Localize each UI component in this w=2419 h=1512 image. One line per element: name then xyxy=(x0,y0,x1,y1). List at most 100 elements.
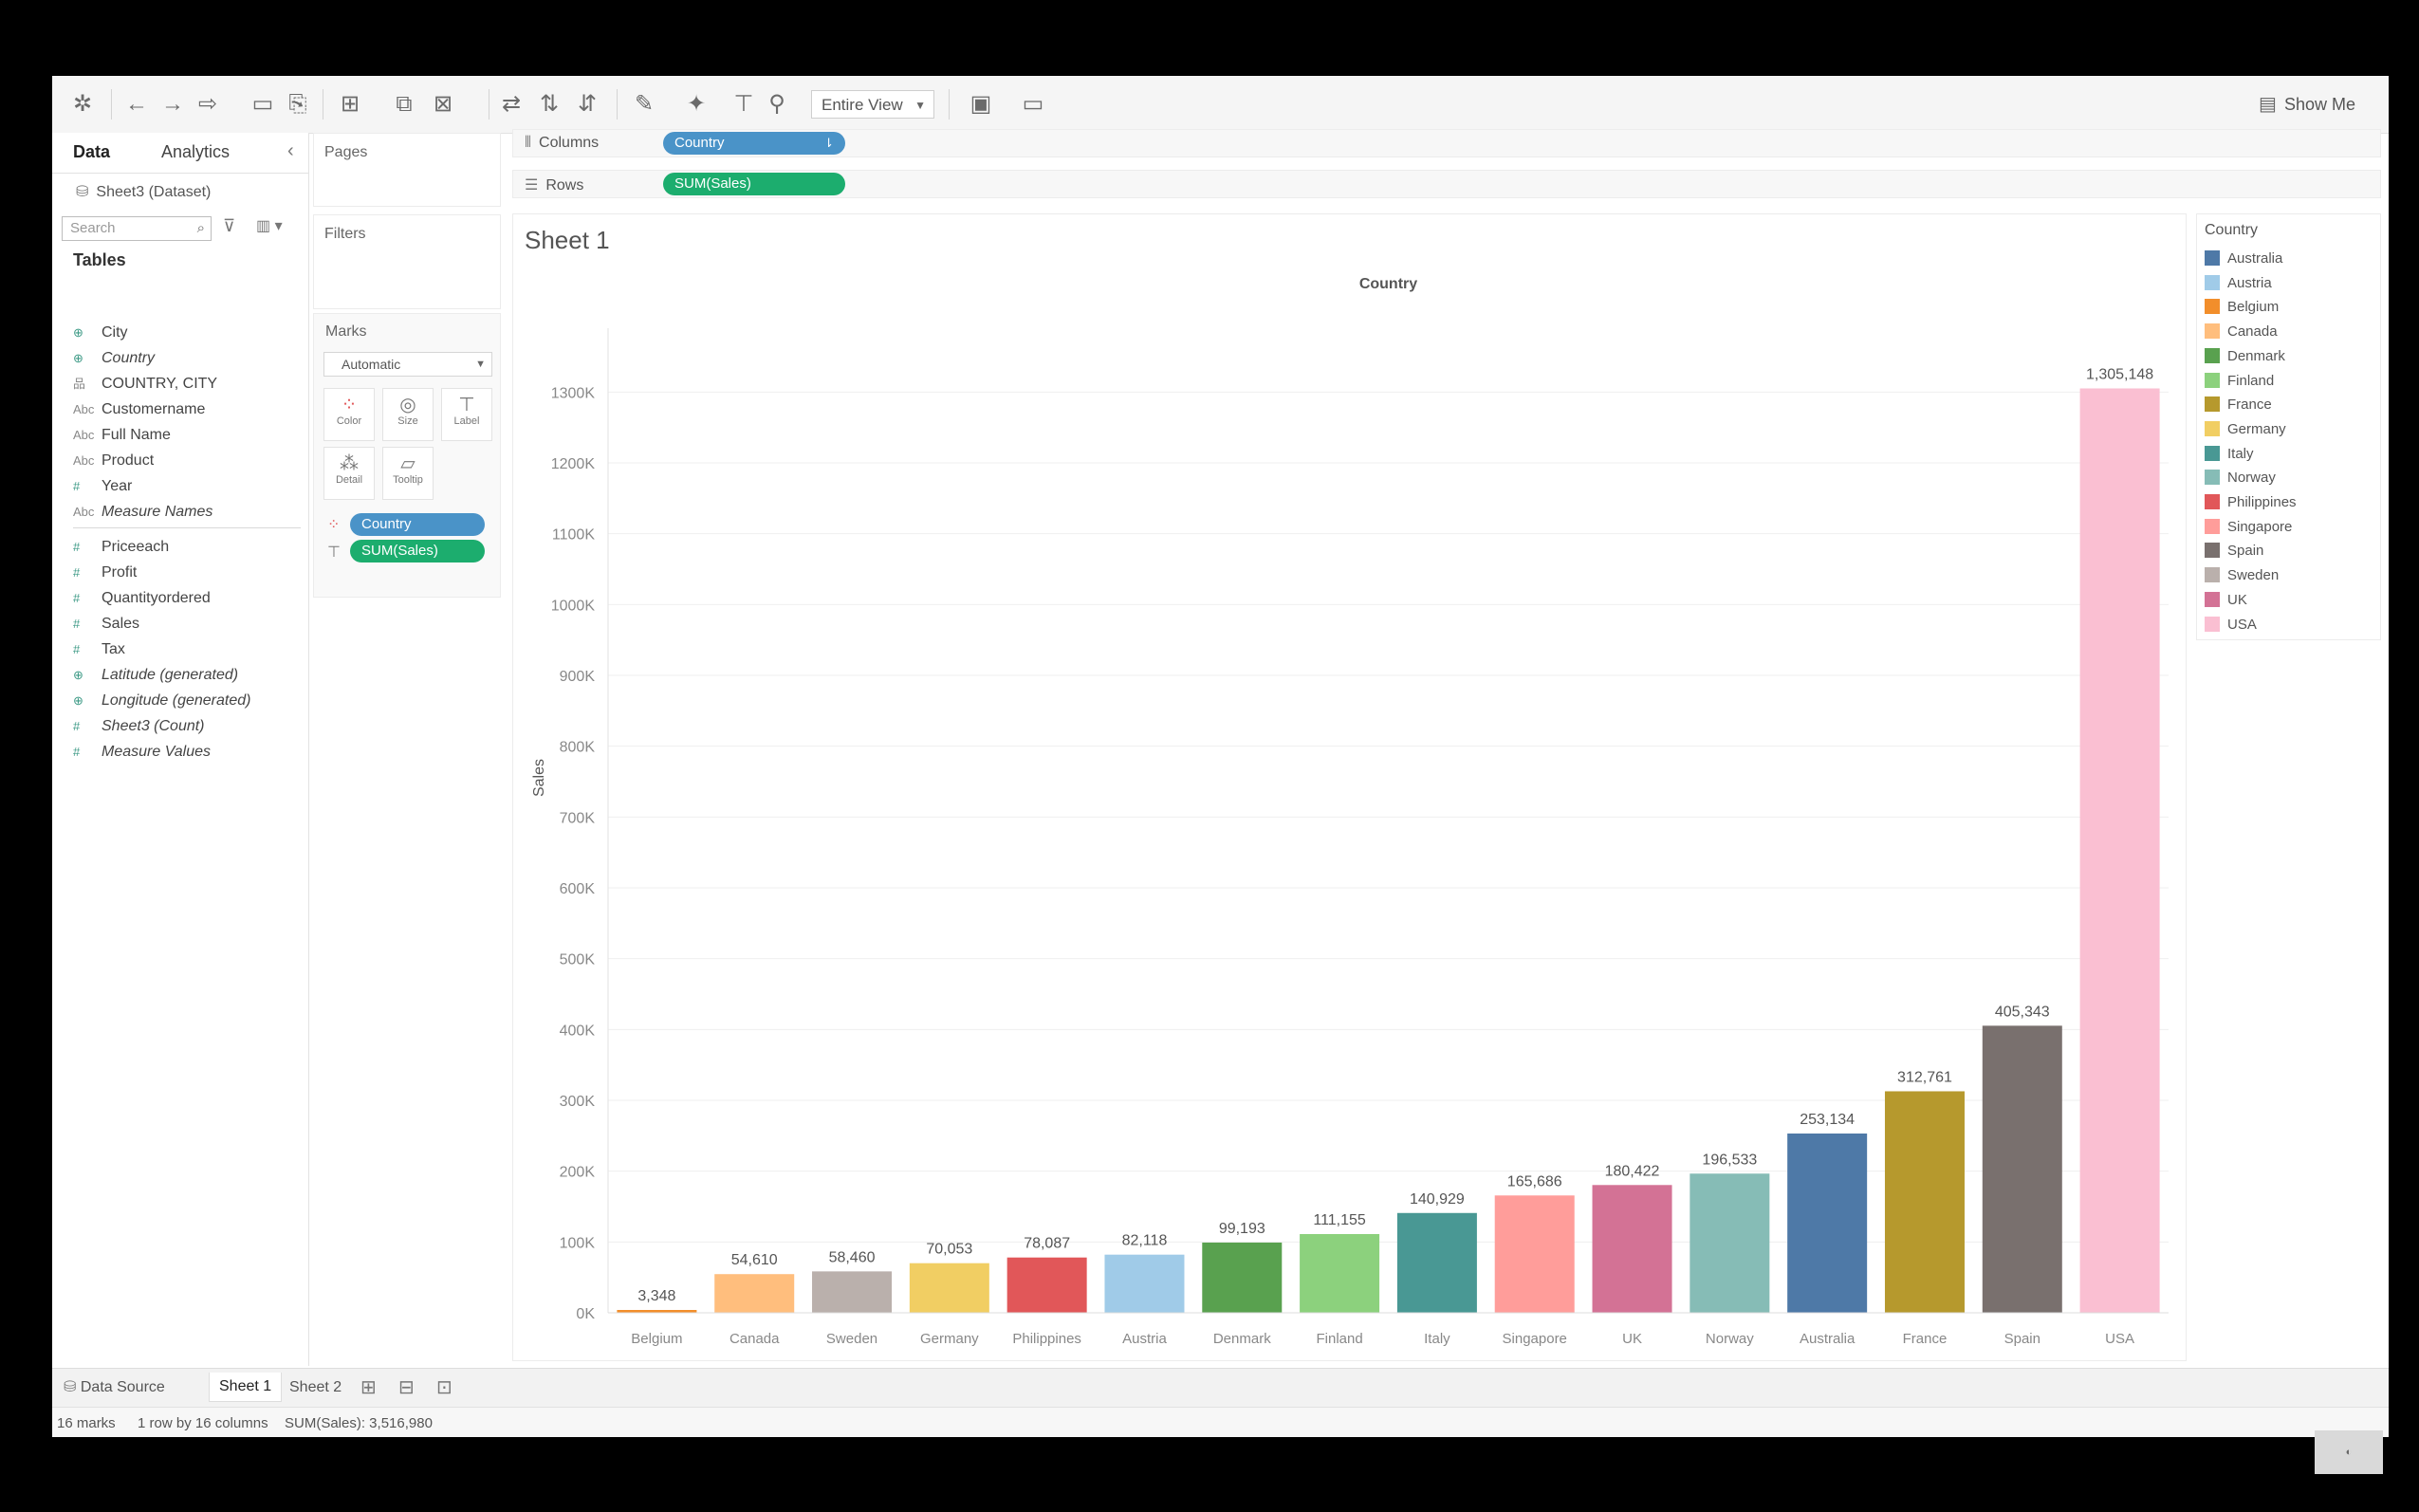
label-sales-pill[interactable]: SUM(Sales) xyxy=(350,540,485,562)
columns-country-pill[interactable]: Country ⇂ xyxy=(663,132,845,155)
show-cards-icon[interactable]: ▣ xyxy=(968,91,994,118)
filters-shelf[interactable] xyxy=(313,214,501,309)
collapse-pane-icon[interactable]: ‹ xyxy=(287,140,294,162)
legend-swatch xyxy=(2205,543,2220,559)
legend-swatch xyxy=(2205,518,2220,534)
legend-item[interactable]: Denmark xyxy=(2205,347,2285,369)
show-me-button[interactable]: ▤ Show Me xyxy=(2259,91,2355,118)
swap-icon[interactable]: ⇄ xyxy=(498,91,525,118)
x-category-label: Austria xyxy=(1122,1331,1167,1347)
marks-label-button[interactable]: ⊤ Label xyxy=(441,388,492,441)
columns-shelf[interactable]: ⦀ Columns Country ⇂ xyxy=(512,129,2381,157)
label-icon: ⊤ xyxy=(458,395,475,415)
new-datasource-icon[interactable]: ⎘ xyxy=(285,91,311,118)
field-item[interactable]: Abc Full Name xyxy=(73,423,171,448)
datasource-item[interactable]: ⛁ Sheet3 (Dataset) xyxy=(76,182,211,201)
sort-indicator-icon: ⇂ xyxy=(823,136,834,150)
fix-axes-icon[interactable]: ⚲ xyxy=(764,91,790,118)
legend-swatch xyxy=(2205,347,2220,363)
bar-usa xyxy=(2079,388,2160,1313)
sort-descending-icon[interactable]: ⇵ xyxy=(574,91,600,118)
replay-icon[interactable]: ⇨ xyxy=(194,91,221,118)
new-worksheet-icon[interactable]: ⊞ xyxy=(360,1376,377,1399)
filter-icon[interactable]: ⊽ xyxy=(223,216,235,236)
field-item[interactable]: ⊕ Longitude (generated) xyxy=(73,689,250,713)
y-tick-label: 900K xyxy=(560,669,596,685)
legend-item[interactable]: Sweden xyxy=(2205,567,2279,588)
x-category-label: Australia xyxy=(1800,1331,1856,1347)
rows-sales-pill[interactable]: SUM(Sales) xyxy=(663,173,845,195)
sheet2-tab[interactable]: Sheet 2 xyxy=(289,1376,342,1399)
undo-icon[interactable]: ← xyxy=(123,91,150,118)
bar-finland xyxy=(1300,1234,1380,1313)
sheet1-tab[interactable]: Sheet 1 xyxy=(209,1373,283,1402)
detail-label: Detail xyxy=(335,474,363,486)
legend-item[interactable]: UK xyxy=(2205,591,2247,613)
field-item[interactable]: Abc Measure Names xyxy=(73,500,212,525)
save-icon[interactable]: ▭ xyxy=(249,91,276,118)
duplicate-sheet-icon[interactable]: ⧉ xyxy=(391,91,417,118)
legend-item[interactable]: Spain xyxy=(2205,543,2263,563)
y-tick-label: 0K xyxy=(576,1306,595,1322)
field-item[interactable]: # Tax xyxy=(73,637,125,662)
redo-icon[interactable]: → xyxy=(159,91,186,118)
legend-item[interactable]: USA xyxy=(2205,616,2257,637)
rows-shelf[interactable]: ☰ Rows SUM(Sales) xyxy=(512,170,2381,198)
field-search-input[interactable]: Search ⌕ xyxy=(62,216,212,241)
highlight-icon[interactable]: ✎ xyxy=(631,91,657,118)
clear-sheet-icon[interactable]: ⊠ xyxy=(430,91,456,118)
sort-ascending-icon[interactable]: ⇅ xyxy=(536,91,563,118)
presentation-icon[interactable]: ▭ xyxy=(1020,91,1046,118)
sheet-tabs-bar: ⛁ Data Source Sheet 1 Sheet 2 ⊞ ⊟ ⊡ xyxy=(52,1368,2389,1407)
pin-icon[interactable]: ✦ xyxy=(683,91,710,118)
color-country-pill[interactable]: Country xyxy=(350,513,485,536)
field-item[interactable]: ⊕ Country xyxy=(73,346,155,371)
field-item[interactable]: Abc Customername xyxy=(73,397,205,422)
legend-item[interactable]: Italy xyxy=(2205,445,2254,467)
legend-item[interactable]: Austria xyxy=(2205,274,2272,296)
field-item[interactable]: # Measure Values xyxy=(73,740,211,765)
field-item[interactable]: # Sales xyxy=(73,612,139,636)
field-item[interactable]: # Profit xyxy=(73,561,137,585)
field-item[interactable]: # Priceeach xyxy=(73,535,169,560)
field-item[interactable]: ⊕ City xyxy=(73,321,128,345)
legend-item[interactable]: Germany xyxy=(2205,420,2286,442)
show-labels-icon[interactable]: ⊤ xyxy=(730,91,757,118)
mark-type-select[interactable]: Automatic ▼ xyxy=(323,352,492,377)
field-item[interactable]: # Sheet3 (Count) xyxy=(73,714,205,739)
legend-item[interactable]: Philippines xyxy=(2205,494,2297,515)
data-source-tab[interactable]: ⛁ Data Source xyxy=(64,1376,165,1399)
new-worksheet-icon[interactable]: ⊞ xyxy=(337,91,363,118)
data-pane: Data Analytics ‹ ⛁ Sheet3 (Dataset) Searc… xyxy=(52,133,309,1366)
legend-item[interactable]: France xyxy=(2205,396,2272,417)
marks-color-button[interactable]: ⁘ Color xyxy=(323,388,375,441)
legend-item[interactable]: Australia xyxy=(2205,250,2282,271)
new-story-icon[interactable]: ⊡ xyxy=(436,1376,452,1399)
field-item[interactable]: # Year xyxy=(73,474,132,499)
hierarchy-icon: 品 xyxy=(73,377,86,391)
pages-shelf[interactable] xyxy=(313,133,501,207)
legend-item[interactable]: Norway xyxy=(2205,470,2276,490)
field-item[interactable]: 品 COUNTRY, CITY xyxy=(73,372,217,396)
tab-data[interactable]: Data xyxy=(73,142,110,162)
legend-item[interactable]: Finland xyxy=(2205,372,2274,394)
marks-detail-button[interactable]: ⁂ Detail xyxy=(323,447,375,500)
legend-item[interactable]: Canada xyxy=(2205,323,2278,344)
bar-norway xyxy=(1690,1173,1770,1313)
marks-size-button[interactable]: ◎ Size xyxy=(382,388,434,441)
fit-view-select[interactable]: Entire View ▼ xyxy=(811,90,934,119)
legend-item[interactable]: Singapore xyxy=(2205,518,2292,540)
y-tick-label: 500K xyxy=(560,952,596,968)
legend-item[interactable]: Belgium xyxy=(2205,299,2279,320)
field-item[interactable]: Abc Product xyxy=(73,449,154,473)
field-item[interactable]: # Quantityordered xyxy=(73,586,211,611)
tab-analytics[interactable]: Analytics xyxy=(161,142,230,162)
field-item[interactable]: ⊕ Latitude (generated) xyxy=(73,663,238,688)
tableau-logo-icon[interactable]: ✲ xyxy=(69,91,96,118)
view-options-icon[interactable]: ▥ ▾ xyxy=(256,216,283,235)
bar-value-label: 78,087 xyxy=(1024,1236,1070,1252)
columns-icon: ⦀ xyxy=(525,135,532,151)
new-dashboard-icon[interactable]: ⊟ xyxy=(398,1376,415,1399)
toolbar-separator xyxy=(111,89,112,120)
marks-tooltip-button[interactable]: ▱ Tooltip xyxy=(382,447,434,500)
